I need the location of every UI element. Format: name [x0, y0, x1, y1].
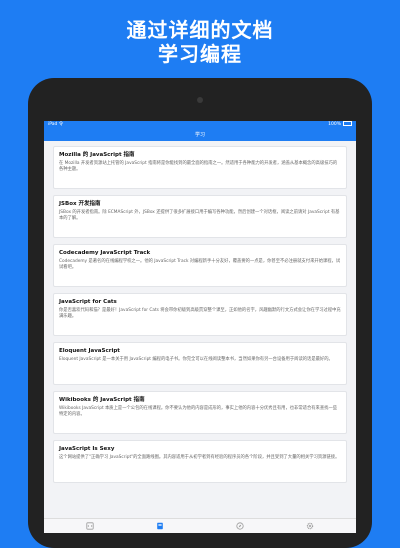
list-item[interactable]: JavaScript Is Sexy 这个网站提供了"正确学习 JavaScri…	[53, 440, 347, 483]
item-title: Mozilla 的 JavaScript 指南	[59, 152, 135, 158]
ipad-device: iPad 令 100% 学习 Mozilla 的 JavaScript 指南 在…	[28, 78, 372, 548]
nav-bar: 学习	[44, 129, 356, 141]
compass-icon	[236, 522, 244, 530]
list-item[interactable]: JSBox 开发指南 JSBox 的开发者指南。除 ECMAScript 外，J…	[53, 195, 347, 238]
tab-explore[interactable]	[236, 522, 244, 530]
battery-percent: 100%	[328, 122, 341, 127]
promo-line-1: 通过详细的文档	[126, 18, 274, 42]
tab-settings[interactable]	[306, 522, 314, 530]
app-screen: iPad 令 100% 学习 Mozilla 的 JavaScript 指南 在…	[44, 121, 356, 533]
promo-line-2: 学习编程	[158, 42, 242, 66]
promo-headline: 通过详细的文档 学习编程	[0, 18, 400, 66]
code-icon	[86, 522, 94, 530]
item-description: 这个网站提供了"正确学习 JavaScript"的全面路线图。其内容适用于从初学…	[59, 455, 340, 460]
item-description: 在 Mozilla 开发者资源站上托管的 JavaScript 指南将是你能找到…	[59, 161, 338, 172]
item-title: Codecademy JavaScript Track	[59, 250, 151, 256]
tab-learn[interactable]	[156, 522, 164, 530]
book-icon	[157, 522, 163, 530]
item-description: Codecademy 是著名的在线编程学校之一。他的 JavaScript Tr…	[59, 259, 341, 270]
list-item[interactable]: JavaScript for Cats 你是否喜欢代码和猫？是最好！JavaSc…	[53, 293, 347, 336]
list-item[interactable]: Codecademy JavaScript Track Codecademy 是…	[53, 244, 347, 287]
tab-code[interactable]	[86, 522, 94, 530]
list-item[interactable]: Mozilla 的 JavaScript 指南 在 Mozilla 开发者资源站…	[53, 146, 347, 189]
gear-icon	[306, 522, 314, 530]
status-battery: 100%	[328, 121, 352, 129]
guide-list: Mozilla 的 JavaScript 指南 在 Mozilla 开发者资源站…	[53, 146, 347, 489]
battery-icon	[343, 121, 352, 126]
status-carrier: iPad 令	[48, 122, 64, 127]
nav-title: 学习	[194, 132, 205, 138]
list-item[interactable]: Eloquent JavaScript Eloquent JavaScript …	[53, 342, 347, 385]
item-title: JavaScript for Cats	[59, 299, 117, 305]
item-description: Wikibooks JavaScript 本质上是一个公包的在线课程。你不要认为…	[59, 406, 338, 417]
item-description: Eloquent JavaScript 是一本关于用 JavaScript 编程…	[59, 357, 333, 362]
item-title: JavaScript Is Sexy	[59, 446, 115, 452]
camera-icon	[197, 97, 203, 103]
status-bar: iPad 令 100%	[44, 121, 356, 129]
list-item[interactable]: Wikibooks 的 JavaScript 指南 Wikibooks Java…	[53, 391, 347, 434]
item-title: JSBox 开发指南	[59, 201, 101, 207]
item-description: 你是否喜欢代码和猫？是最好！JavaScript for Cats 将会带你初级…	[59, 308, 341, 319]
item-title: Eloquent JavaScript	[59, 348, 120, 354]
item-title: Wikibooks 的 JavaScript 指南	[59, 397, 145, 403]
tab-bar	[44, 518, 356, 533]
item-description: JSBox 的开发者指南。除 ECMAScript 外，JSBox 还提供了很多…	[59, 210, 340, 221]
